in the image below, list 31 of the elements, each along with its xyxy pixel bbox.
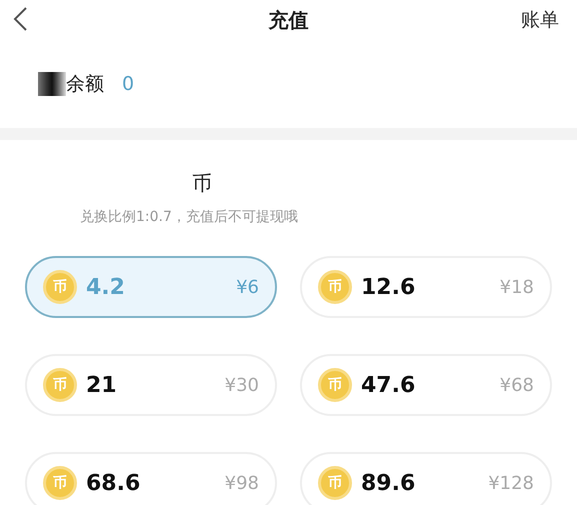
- coin-amount: 12.6: [361, 274, 416, 302]
- coin-amount: 4.2: [86, 274, 125, 302]
- balance-label: 余额: [66, 72, 104, 97]
- coin-icon: 币: [318, 270, 352, 304]
- coin-icon: 币: [318, 466, 352, 500]
- balance-value: 0: [122, 72, 134, 97]
- coin-amount: 89.6: [361, 470, 416, 498]
- coin-amount: 47.6: [361, 372, 416, 400]
- card-title: 币: [192, 171, 212, 195]
- coin-icon: 币: [43, 466, 77, 500]
- price-label: ¥128: [488, 472, 534, 496]
- coin-amount: 68.6: [86, 470, 140, 498]
- coin-icon: 币: [318, 368, 352, 402]
- bill-link[interactable]: 账单: [521, 6, 559, 34]
- coin-amount: 21: [86, 372, 117, 400]
- price-label: ¥98: [224, 472, 259, 496]
- price-label: ¥68: [500, 374, 534, 398]
- recharge-option[interactable]: 币 47.6 ¥68: [300, 354, 552, 416]
- page-title: 充值: [268, 7, 308, 34]
- redaction-block: [38, 72, 66, 96]
- coin-icon: 币: [43, 270, 77, 304]
- price-label: ¥18: [500, 276, 534, 300]
- exchange-note: 兑换比例1:0.7，充值后不可提现哦: [80, 209, 298, 225]
- price-label: ¥6: [236, 276, 259, 300]
- back-icon[interactable]: [12, 6, 28, 32]
- recharge-option[interactable]: 币 12.6 ¥18: [300, 256, 552, 318]
- recharge-option[interactable]: 币 21 ¥30: [25, 354, 277, 416]
- price-label: ¥30: [224, 374, 259, 398]
- recharge-option[interactable]: 币 89.6 ¥128: [300, 452, 552, 505]
- coin-icon: 币: [43, 368, 77, 402]
- recharge-option[interactable]: 币 68.6 ¥98: [25, 452, 277, 505]
